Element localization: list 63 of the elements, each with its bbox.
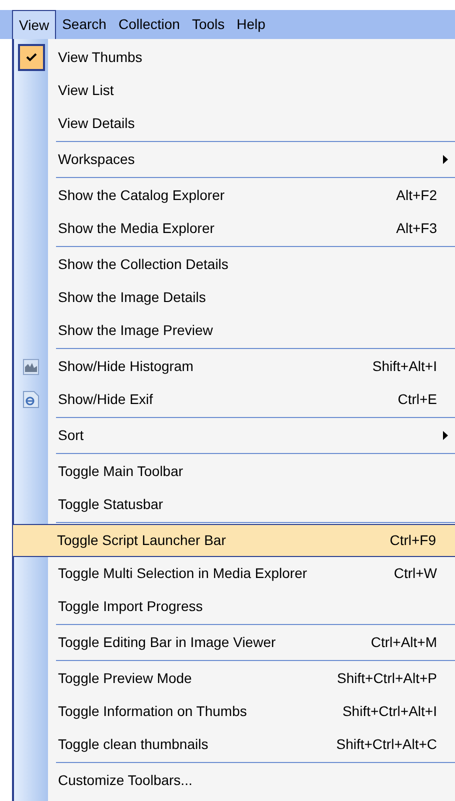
shortcut-text: Ctrl+Alt+M — [370, 633, 437, 652]
shortcut-text: Shift+Ctrl+Alt+I — [342, 702, 437, 721]
menu-item[interactable]: Show/Hide Histogram Shift+Alt+I — [14, 350, 455, 383]
menu-bar-item[interactable]: Collection — [112, 10, 186, 39]
menu-item[interactable]: Sort — [14, 419, 455, 452]
menu-bar-item[interactable]: Help — [230, 10, 272, 39]
menu-item-label: Show/Hide Exif — [58, 390, 153, 409]
menu-item-label: Sort — [58, 426, 84, 445]
chart-icon — [23, 358, 39, 374]
menu-item-label: Toggle Script Launcher Bar — [57, 531, 226, 550]
shortcut-text: Shift+Ctrl+Alt+P — [337, 669, 437, 688]
shortcut-text: Shift+Ctrl+Alt+C — [336, 735, 437, 754]
menu-item[interactable]: Toggle Information on Thumbs Shift+Ctrl+Alt+I — [14, 695, 455, 728]
menu-item[interactable]: Show/Hide Exif Ctrl+E — [14, 383, 455, 416]
menu-item[interactable]: Toggle Preview Mode Shift+Ctrl+Alt+P — [14, 662, 455, 695]
menu-item-label: Workspaces — [58, 150, 135, 169]
menu-item[interactable]: Show the Media Explorer Alt+F3 — [14, 212, 455, 245]
menu-item-label: View Thumbs — [58, 48, 142, 67]
menu-item-label: Show the Image Details — [58, 288, 206, 307]
menu-item[interactable]: Show the Catalog Explorer Alt+F2 — [14, 179, 455, 212]
menu-item[interactable]: Toggle clean thumbnails Shift+Ctrl+Alt+C — [14, 728, 455, 761]
menu-item[interactable]: Toggle Main Toolbar — [14, 455, 455, 488]
menu-item-label: View List — [58, 81, 114, 100]
menu-item-label: Toggle Multi Selection in Media Explorer — [58, 564, 308, 583]
menu-item[interactable]: Show the Image Preview — [14, 314, 455, 347]
document-icon — [23, 391, 39, 408]
shortcut-text: Alt+F3 — [396, 219, 437, 238]
menu-item[interactable]: Workspaces — [14, 143, 455, 176]
menu-item[interactable]: View List — [14, 74, 455, 107]
menu-item-label: Toggle Import Progress — [58, 597, 203, 616]
menu-item-label: Toggle Preview Mode — [58, 669, 192, 688]
menu-item-label: Show/Hide Histogram — [58, 357, 194, 376]
menu-item-label: Show the Media Explorer — [58, 219, 214, 238]
menu-bar-item[interactable]: View — [12, 10, 56, 39]
submenu-arrow-icon — [443, 155, 448, 164]
menu-item[interactable]: View Details — [14, 107, 455, 140]
menu-item-label: Show the Image Preview — [58, 321, 213, 340]
menu-item[interactable]: Show the Collection Details — [14, 248, 455, 281]
menu-item[interactable]: Toggle Editing Bar in Image Viewer Ctrl+Alt+M — [14, 626, 455, 659]
menu-item[interactable]: Toggle Multi Selection in Media Explorer Ctrl+W — [14, 557, 455, 590]
menu-item-label: Toggle clean thumbnails — [58, 735, 208, 754]
menu-bar-item[interactable]: Tools — [186, 10, 231, 39]
menu-item-label: Toggle Information on Thumbs — [58, 702, 247, 721]
menu-item-label: Customize Toolbars... — [58, 771, 192, 790]
menu-item[interactable]: Toggle Statusbar — [14, 488, 455, 521]
shortcut-text: Ctrl+E — [398, 390, 437, 409]
menu-item[interactable]: Toggle Script Launcher Bar Ctrl+F9 — [12, 524, 455, 557]
menu-item[interactable]: Customize Toolbars... — [14, 764, 455, 797]
menu-item-label: Toggle Main Toolbar — [58, 462, 184, 481]
menu-item[interactable]: Toggle Import Progress — [14, 590, 455, 623]
menu-item-label: Show the Collection Details — [58, 255, 228, 274]
menu-item-label: Toggle Editing Bar in Image Viewer — [58, 633, 276, 652]
shortcut-text: Ctrl+F9 — [390, 531, 436, 550]
shortcut-text: Alt+F2 — [396, 186, 437, 205]
menu-item-label: Toggle Statusbar — [58, 495, 164, 514]
shortcut-text: Ctrl+W — [394, 564, 437, 583]
menu-bar-item[interactable]: Search — [56, 10, 112, 39]
menu-item[interactable]: View Thumbs — [14, 41, 455, 74]
menu-item-label: View Details — [58, 114, 135, 133]
submenu-arrow-icon — [443, 431, 448, 440]
menu-item-label: Show the Catalog Explorer — [58, 186, 225, 205]
shortcut-text: Shift+Alt+I — [372, 357, 437, 376]
menu-item[interactable]: Show the Image Details — [14, 281, 455, 314]
